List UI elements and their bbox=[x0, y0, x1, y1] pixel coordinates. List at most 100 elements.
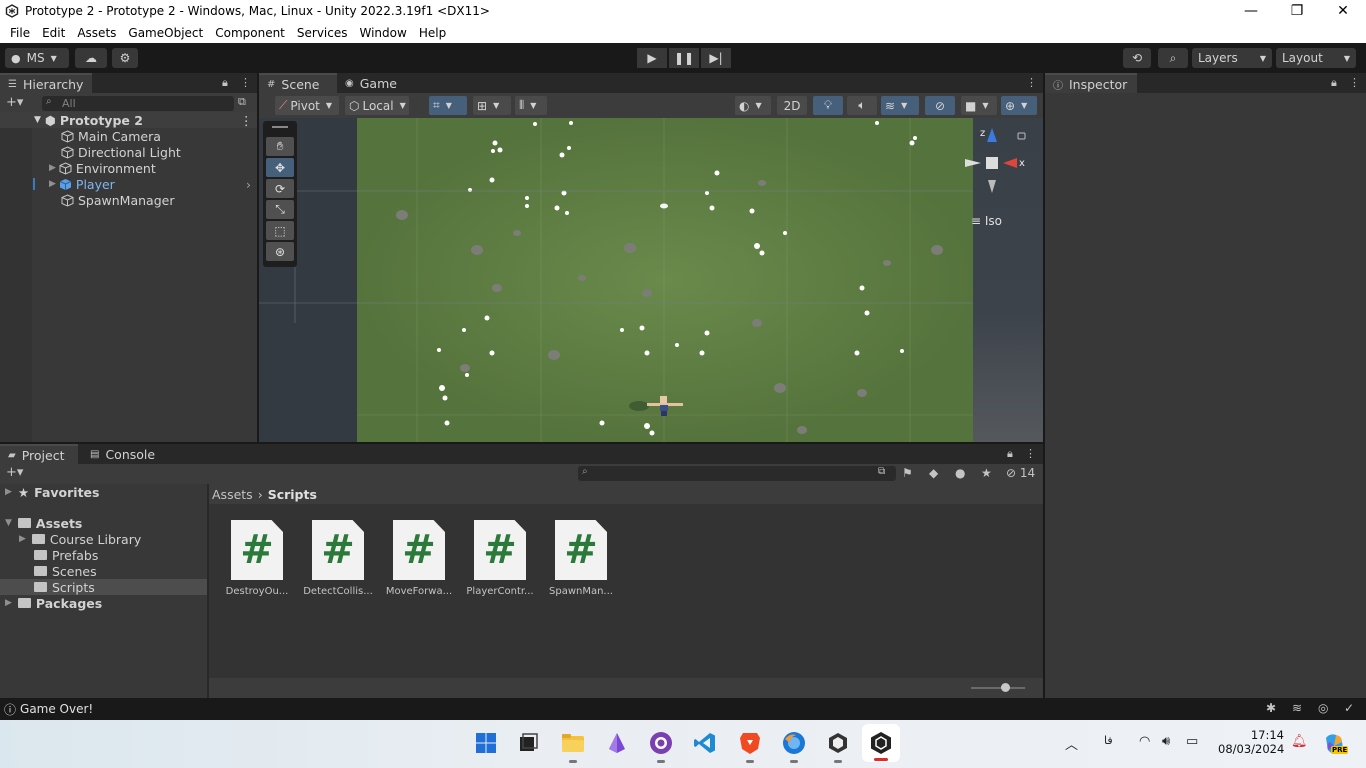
more-options-icon[interactable]: ⋮ bbox=[1349, 76, 1360, 89]
layout-dropdown[interactable]: Layout ▼ bbox=[1276, 48, 1356, 68]
tree-item-scripts[interactable]: Scripts bbox=[0, 579, 207, 595]
expand-arrow-icon[interactable]: ▶ bbox=[19, 534, 26, 544]
shading-dropdown[interactable]: ◐ ▼ bbox=[735, 96, 771, 115]
cloud-button[interactable]: ☁ bbox=[75, 48, 107, 68]
start-button[interactable] bbox=[473, 730, 499, 756]
move-tool[interactable]: ✥ bbox=[266, 158, 294, 177]
file-explorer-button[interactable] bbox=[560, 730, 586, 763]
vscode-button[interactable] bbox=[692, 730, 718, 756]
camera-settings-dropdown[interactable]: ■ ▼ bbox=[961, 96, 997, 115]
tree-item-scenes[interactable]: Scenes bbox=[0, 563, 207, 579]
expand-arrow-icon[interactable]: ▶ bbox=[5, 487, 12, 497]
filter-icon[interactable]: ⧉ bbox=[238, 95, 246, 109]
expand-arrow-icon[interactable]: ▶ bbox=[5, 598, 12, 608]
tab-inspector[interactable]: ⓘ Inspector bbox=[1045, 73, 1137, 93]
local-dropdown[interactable]: ⬡ Local ▼ bbox=[345, 96, 409, 115]
project-search-input[interactable]: ⌕ ⧉ bbox=[578, 466, 896, 481]
pivot-dropdown[interactable]: ⟋ Pivot ▼ bbox=[275, 96, 339, 115]
audio-toggle[interactable]: 🔈︎ bbox=[847, 96, 877, 115]
tab-console[interactable]: ▤ Console bbox=[82, 444, 162, 464]
more-options-icon[interactable]: ⋮ bbox=[1026, 76, 1037, 89]
grid-snap-toggle[interactable]: ⌗ ▼ bbox=[429, 96, 467, 115]
lock-icon[interactable]: 🔒︎ bbox=[1331, 76, 1337, 90]
copilot-button[interactable]: PRE bbox=[1322, 732, 1349, 756]
unity-hub-button[interactable] bbox=[825, 730, 851, 763]
icon-size-slider-track[interactable] bbox=[971, 687, 1025, 689]
status-message[interactable]: Game Over! bbox=[20, 702, 93, 716]
expand-arrow-icon[interactable]: ▶ bbox=[49, 179, 56, 189]
icon-size-slider-thumb[interactable] bbox=[1001, 683, 1010, 692]
tree-item-packages[interactable]: ▶ Packages bbox=[0, 595, 207, 611]
menu-window[interactable]: Window bbox=[354, 26, 413, 40]
menu-assets[interactable]: Assets bbox=[71, 26, 122, 40]
notification-bell-icon[interactable]: 🔔︎ bbox=[1291, 734, 1308, 749]
play-button[interactable]: ▶ bbox=[637, 48, 667, 68]
toggle-2d-button[interactable]: 2D bbox=[777, 96, 807, 115]
volume-icon[interactable]: 🔊︎ bbox=[1162, 734, 1170, 749]
tab-scene[interactable]: # Scene bbox=[259, 73, 337, 93]
hierarchy-item-environment[interactable]: ▶ Environment bbox=[0, 160, 257, 176]
pause-button[interactable]: ❚❚ bbox=[669, 48, 699, 68]
github-desktop-button[interactable] bbox=[648, 730, 674, 763]
wifi-icon[interactable]: ◠ bbox=[1139, 734, 1150, 749]
more-options-icon[interactable]: ⋮ bbox=[1025, 447, 1036, 460]
task-view-button[interactable] bbox=[515, 730, 541, 756]
label-icon[interactable]: ◆ bbox=[929, 466, 938, 480]
scale-tool[interactable]: ⤡ bbox=[266, 200, 294, 219]
add-icon[interactable]: +▾ bbox=[6, 465, 23, 480]
transform-tool[interactable]: ⊛ bbox=[266, 242, 294, 261]
tree-item-favorites[interactable]: ▶ ★ Favorites bbox=[0, 484, 207, 500]
hand-tool[interactable]: ✋︎ bbox=[266, 137, 294, 156]
check-circle-icon[interactable]: ✓ bbox=[1344, 701, 1354, 715]
projection-toggle[interactable]: ≡ Iso bbox=[971, 214, 1002, 228]
star-icon[interactable]: ★ bbox=[981, 466, 992, 480]
asset-detect-collisions[interactable]: # DetectCollis... bbox=[302, 520, 374, 597]
tab-project[interactable]: ▰ Project bbox=[0, 444, 78, 464]
tree-item-assets[interactable]: ▼ Assets bbox=[0, 515, 207, 531]
expand-arrow-icon[interactable]: ▼ bbox=[5, 518, 12, 528]
minimize-button[interactable]: — bbox=[1228, 0, 1274, 22]
close-button[interactable]: ✕ bbox=[1320, 0, 1366, 22]
tab-game[interactable]: ◉ Game bbox=[337, 73, 407, 93]
search-options-icon[interactable]: ⧉ bbox=[878, 466, 885, 477]
more-options-icon[interactable]: ⋮ bbox=[240, 113, 253, 128]
app-crystal-button[interactable] bbox=[604, 730, 630, 756]
warning-icon[interactable]: ● bbox=[955, 466, 965, 480]
hierarchy-item-player[interactable]: ▶ Player › bbox=[0, 176, 257, 192]
menu-edit[interactable]: Edit bbox=[36, 26, 71, 40]
snap-increment-button[interactable]: ⊞ ▼ bbox=[473, 96, 511, 115]
breadcrumb-scripts[interactable]: Scripts bbox=[268, 487, 317, 502]
filter-type-icon[interactable]: ⚑ bbox=[902, 466, 913, 480]
firefox-button[interactable] bbox=[781, 730, 807, 763]
lock-icon[interactable]: 🔒︎ bbox=[222, 76, 228, 90]
history-button[interactable]: ⟲ bbox=[1123, 48, 1151, 68]
effects-dropdown[interactable]: ≋ ▼ bbox=[881, 96, 919, 115]
account-dropdown[interactable]: ● MS ▼ bbox=[5, 48, 69, 68]
rotate-tool[interactable]: ⟳ bbox=[266, 179, 294, 198]
scene-viewport[interactable]: ✋︎ ✥ ⟳ ⤡ ⬚ ⊛ z x ≡ Iso bbox=[259, 118, 1043, 442]
expand-arrow-icon[interactable]: ▶ bbox=[49, 163, 56, 173]
progress-icon[interactable]: ◎ bbox=[1318, 701, 1328, 715]
add-icon[interactable]: +▾ bbox=[6, 95, 23, 110]
lighting-toggle[interactable]: 💡︎ bbox=[813, 96, 843, 115]
tree-item-course-library[interactable]: ▶ Course Library bbox=[0, 531, 207, 547]
brave-browser-button[interactable] bbox=[737, 730, 763, 763]
asset-spawn-manager[interactable]: # SpawnMan... bbox=[545, 520, 617, 597]
search-button[interactable]: ⌕ bbox=[1158, 48, 1188, 68]
hierarchy-item-spawn-manager[interactable]: SpawnManager bbox=[0, 192, 257, 208]
lock-icon[interactable]: 🔒︎ bbox=[1007, 447, 1013, 461]
hierarchy-item-directional-light[interactable]: Directional Light bbox=[0, 144, 257, 160]
more-options-icon[interactable]: ⋮ bbox=[240, 76, 251, 89]
hierarchy-search-input[interactable]: ⌕ All bbox=[42, 96, 234, 111]
menu-file[interactable]: File bbox=[4, 26, 36, 40]
unity-editor-button[interactable] bbox=[862, 724, 900, 762]
tab-hierarchy[interactable]: ☰ Hierarchy bbox=[0, 73, 92, 93]
orientation-gizmo[interactable]: z x bbox=[955, 128, 1035, 208]
asset-player-controller[interactable]: # PlayerContr... bbox=[464, 520, 536, 597]
menu-help[interactable]: Help bbox=[413, 26, 452, 40]
drag-handle[interactable] bbox=[272, 126, 288, 128]
chevron-right-icon[interactable]: › bbox=[246, 177, 251, 192]
tree-item-prefabs[interactable]: Prefabs bbox=[0, 547, 207, 563]
menu-component[interactable]: Component bbox=[209, 26, 291, 40]
layers-dropdown[interactable]: Layers ▼ bbox=[1192, 48, 1272, 68]
